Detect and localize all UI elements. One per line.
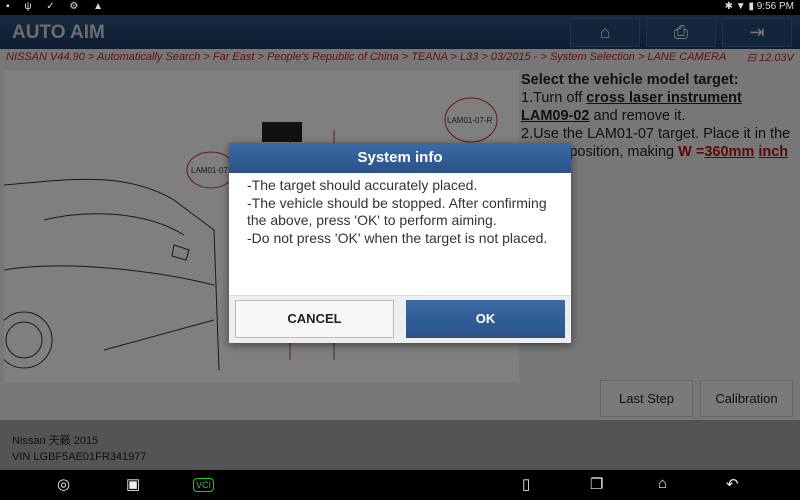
- gallery-icon[interactable]: ▣: [126, 475, 140, 493]
- recents-icon[interactable]: ❐: [590, 475, 603, 493]
- ok-button[interactable]: OK: [406, 300, 565, 338]
- back-icon[interactable]: ↶: [726, 475, 739, 493]
- dialog-buttons: CANCEL OK: [229, 295, 571, 343]
- dialog-title: System info: [229, 143, 571, 173]
- vci-icon[interactable]: VCI: [193, 478, 215, 492]
- dialog-message: -The target should accurately placed. -T…: [247, 177, 548, 246]
- notification-icons: ▪ ψ ✓ ⚙ ▲: [6, 1, 110, 12]
- home-nav-icon[interactable]: ⌂: [658, 475, 667, 492]
- browser-icon[interactable]: ◎: [57, 475, 70, 493]
- clock: 9:56 PM: [756, 1, 794, 12]
- nav-bar: ◎ ▣ VCI ▯ ❐ ⌂ ↶: [0, 470, 800, 500]
- system-info-dialog: System info -The target should accuratel…: [229, 143, 571, 343]
- screenshot-icon[interactable]: ▯: [522, 475, 530, 493]
- status-bar: ▪ ψ ✓ ⚙ ▲ ✱ ▼ ▮ 9:56 PM: [0, 0, 800, 15]
- status-right: ✱ ▼ ▮ 9:56 PM: [724, 1, 794, 12]
- cancel-button[interactable]: CANCEL: [235, 300, 394, 338]
